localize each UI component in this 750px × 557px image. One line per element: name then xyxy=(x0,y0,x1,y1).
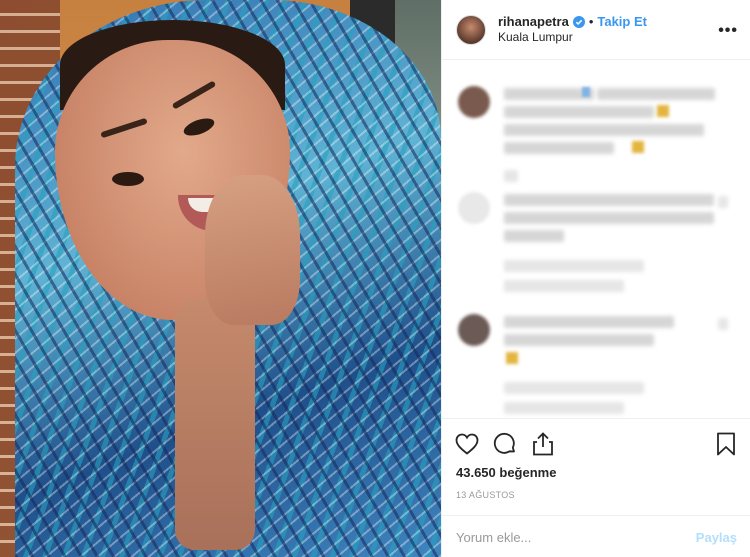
comments-area[interactable] xyxy=(442,60,750,418)
comment-meta-blur xyxy=(504,260,644,272)
comment-text-blur xyxy=(504,230,564,242)
comment-form: Paylaş xyxy=(442,515,750,557)
post-actions: 43.650 beğenme 13 AĞUSTOS Paylaş xyxy=(442,418,750,557)
verified-badge-icon xyxy=(572,16,585,28)
post-date[interactable]: 13 AĞUSTOS xyxy=(442,490,750,500)
comment-meta-blur xyxy=(504,402,624,414)
comment-blur-blue xyxy=(582,87,590,97)
comment-emoji-blur xyxy=(632,141,644,153)
more-options-icon[interactable]: ••• xyxy=(718,22,738,40)
comment-meta-blur xyxy=(504,382,644,394)
comment-text-blur xyxy=(504,106,654,118)
comment-avatar xyxy=(458,86,490,118)
location-link[interactable]: Kuala Lumpur xyxy=(498,30,647,45)
comment-avatar xyxy=(458,314,490,346)
neck xyxy=(175,300,255,550)
comment-text-blur xyxy=(504,194,714,206)
comment-text-blur xyxy=(504,212,714,224)
comment-input[interactable] xyxy=(456,529,696,545)
comment-like-blur xyxy=(718,318,728,330)
bookmark-icon[interactable] xyxy=(713,431,739,457)
comment-emoji-blur xyxy=(657,105,669,117)
share-icon[interactable] xyxy=(530,431,556,457)
comment-text-blur xyxy=(597,88,715,100)
user-block: rihanapetra • Takip Et Kuala Lumpur xyxy=(498,14,647,45)
comment-text-blur xyxy=(504,334,654,346)
separator-dot: • xyxy=(588,13,594,29)
comment-meta-blur xyxy=(504,170,518,182)
like-count[interactable]: 43.650 beğenme xyxy=(442,465,750,480)
comment-like-blur xyxy=(718,196,728,208)
post-photo[interactable] xyxy=(0,0,441,557)
avatar[interactable] xyxy=(456,14,486,45)
comment-text-blur xyxy=(504,124,704,136)
post-comment-button[interactable]: Paylaş xyxy=(696,530,737,545)
left-eye xyxy=(112,172,144,186)
comment-meta-blur xyxy=(504,280,624,292)
heart-icon[interactable] xyxy=(454,431,480,457)
comment-text-blur xyxy=(504,316,674,328)
follow-button[interactable]: Takip Et xyxy=(597,14,647,30)
post-header: rihanapetra • Takip Et Kuala Lumpur ••• xyxy=(442,0,750,60)
comment-avatar xyxy=(458,192,490,224)
comment-emoji-blur xyxy=(506,352,518,364)
comment-text-blur xyxy=(504,88,594,100)
comment-bubble-icon[interactable] xyxy=(492,431,518,457)
comment-text-blur xyxy=(504,142,614,154)
post-side-panel: rihanapetra • Takip Et Kuala Lumpur ••• xyxy=(441,0,750,557)
hand xyxy=(205,175,300,325)
action-icons-row xyxy=(442,419,750,469)
username-link[interactable]: rihanapetra xyxy=(498,14,569,30)
user-line: rihanapetra • Takip Et xyxy=(498,14,647,30)
